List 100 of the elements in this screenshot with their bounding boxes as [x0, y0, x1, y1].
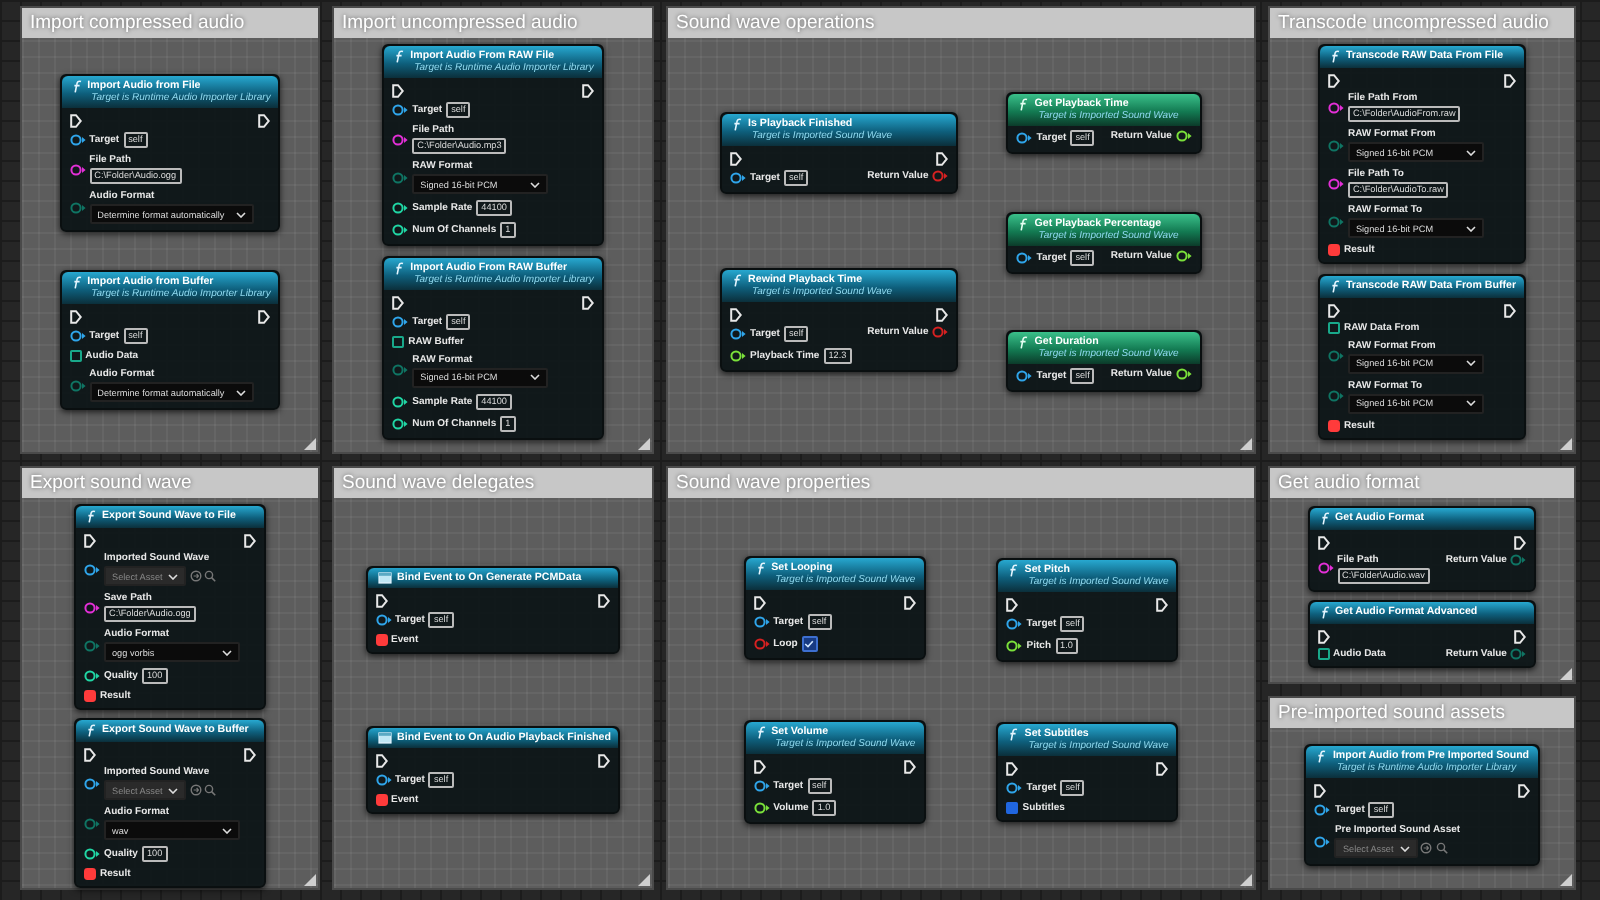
circle-pin-icon[interactable]	[730, 350, 747, 363]
arrow-circle-icon[interactable]	[189, 570, 202, 582]
circle-pin-icon[interactable]	[1175, 249, 1192, 261]
exec-pin-icon[interactable]	[392, 295, 405, 310]
exec-pin-icon[interactable]	[936, 151, 949, 166]
circle-pin-icon[interactable]	[392, 395, 409, 408]
circle-pin-icon[interactable]	[392, 202, 409, 215]
exec-pin-icon[interactable]	[258, 310, 271, 324]
circle-pin-icon[interactable]	[392, 417, 409, 430]
circle-pin-icon[interactable]	[375, 773, 392, 786]
exec-pin-icon[interactable]	[1006, 597, 1019, 612]
circle-pin-icon[interactable]	[1327, 177, 1344, 190]
circle-pin-icon[interactable]	[84, 670, 100, 682]
square-pin-icon[interactable]	[84, 868, 96, 880]
circle-pin-icon[interactable]	[730, 171, 747, 184]
resize-grip-icon[interactable]	[638, 438, 650, 450]
exec-pin-icon[interactable]	[375, 594, 388, 609]
exec-pin-icon[interactable]	[1156, 762, 1169, 777]
arrow-circle-icon[interactable]	[1420, 842, 1433, 854]
circle-pin-icon[interactable]	[375, 614, 392, 627]
exec-pin-icon[interactable]	[598, 594, 611, 609]
circle-pin-icon[interactable]	[1327, 101, 1344, 114]
circle-pin-icon[interactable]	[753, 780, 770, 792]
circle-pin-icon[interactable]	[69, 330, 86, 342]
circle-pin-icon[interactable]	[1016, 369, 1033, 382]
exec-pin-icon[interactable]	[69, 310, 82, 324]
circle-pin-icon[interactable]	[753, 802, 770, 814]
exec-pin-icon[interactable]	[1327, 303, 1340, 318]
circle-pin-icon[interactable]	[392, 315, 409, 328]
exec-pin-icon[interactable]	[936, 308, 949, 323]
circle-pin-icon[interactable]	[1175, 367, 1192, 380]
circle-pin-icon[interactable]	[392, 133, 409, 146]
circle-pin-icon[interactable]	[1314, 835, 1331, 847]
checkbox[interactable]	[801, 636, 818, 652]
exec-pin-icon[interactable]	[1006, 762, 1019, 777]
circle-pin-icon[interactable]	[1175, 130, 1192, 143]
circle-pin-icon[interactable]	[1006, 782, 1023, 795]
circle-pin-icon[interactable]	[69, 134, 86, 146]
search-icon[interactable]	[1435, 842, 1448, 854]
circle-pin-icon[interactable]	[1016, 251, 1033, 263]
square-pin-icon[interactable]	[1006, 802, 1019, 815]
exec-pin-icon[interactable]	[1317, 630, 1330, 645]
exec-pin-icon[interactable]	[581, 84, 594, 99]
exec-pin-icon[interactable]	[1156, 597, 1169, 612]
circle-pin-icon[interactable]	[84, 601, 100, 613]
exec-pin-icon[interactable]	[1314, 784, 1327, 798]
arrow-circle-icon[interactable]	[189, 784, 202, 796]
square-pin-icon[interactable]	[375, 634, 388, 647]
exec-pin-icon[interactable]	[392, 84, 405, 99]
circle-pin-icon[interactable]	[69, 163, 86, 175]
exec-pin-icon[interactable]	[244, 534, 256, 548]
exec-pin-icon[interactable]	[1504, 74, 1517, 89]
exec-pin-icon[interactable]	[258, 114, 271, 128]
exec-pin-icon[interactable]	[1327, 74, 1340, 89]
square-pin-icon[interactable]	[1327, 321, 1340, 334]
circle-pin-icon[interactable]	[753, 616, 770, 628]
search-icon[interactable]	[204, 784, 217, 796]
square-pin-icon[interactable]	[1317, 648, 1330, 661]
resize-grip-icon[interactable]	[1560, 874, 1572, 886]
circle-pin-icon[interactable]	[1006, 617, 1023, 630]
resize-grip-icon[interactable]	[1560, 438, 1572, 450]
square-pin-icon[interactable]	[1327, 244, 1340, 257]
resize-grip-icon[interactable]	[1240, 874, 1252, 886]
exec-pin-icon[interactable]	[1504, 303, 1517, 318]
circle-pin-icon[interactable]	[1006, 639, 1023, 652]
resize-grip-icon[interactable]	[638, 874, 650, 886]
circle-pin-icon[interactable]	[1317, 562, 1334, 575]
exec-pin-icon[interactable]	[903, 596, 916, 610]
resize-grip-icon[interactable]	[304, 874, 316, 886]
circle-pin-icon[interactable]	[392, 104, 409, 117]
square-pin-icon[interactable]	[392, 335, 405, 348]
circle-pin-icon[interactable]	[84, 563, 100, 575]
circle-pin-icon[interactable]	[392, 224, 409, 237]
square-pin-icon[interactable]	[375, 793, 388, 806]
square-pin-icon[interactable]	[69, 350, 82, 362]
exec-pin-icon[interactable]	[244, 748, 256, 762]
resize-grip-icon[interactable]	[1560, 668, 1572, 680]
search-icon[interactable]	[204, 570, 217, 582]
circle-pin-icon[interactable]	[1016, 132, 1033, 145]
resize-grip-icon[interactable]	[1240, 438, 1252, 450]
exec-pin-icon[interactable]	[375, 753, 388, 768]
exec-pin-icon[interactable]	[598, 753, 611, 768]
exec-pin-icon[interactable]	[730, 308, 743, 323]
exec-pin-icon[interactable]	[1514, 535, 1527, 550]
circle-pin-icon[interactable]	[730, 328, 747, 341]
exec-pin-icon[interactable]	[730, 151, 743, 166]
exec-pin-icon[interactable]	[1317, 535, 1330, 550]
exec-pin-icon[interactable]	[1517, 784, 1530, 798]
exec-pin-icon[interactable]	[753, 596, 766, 610]
exec-pin-icon[interactable]	[84, 534, 96, 548]
circle-pin-icon[interactable]	[84, 777, 100, 789]
square-pin-icon[interactable]	[1327, 419, 1340, 432]
exec-pin-icon[interactable]	[1514, 630, 1527, 645]
circle-pin-icon[interactable]	[1314, 804, 1331, 816]
exec-pin-icon[interactable]	[903, 760, 916, 774]
square-pin-icon[interactable]	[84, 690, 96, 702]
exec-pin-icon[interactable]	[69, 114, 82, 128]
exec-pin-icon[interactable]	[581, 295, 594, 310]
exec-pin-icon[interactable]	[753, 760, 766, 774]
exec-pin-icon[interactable]	[84, 748, 96, 762]
